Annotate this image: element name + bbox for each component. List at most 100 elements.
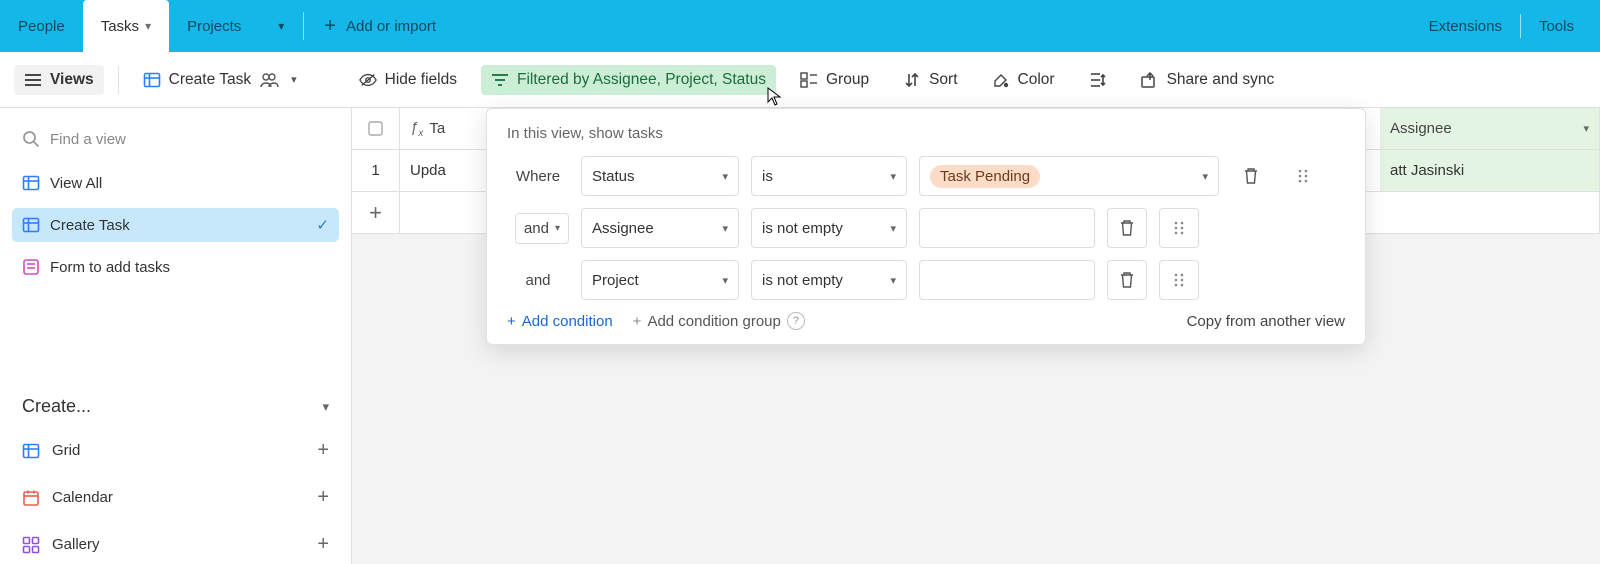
delete-condition-button[interactable] [1107, 208, 1147, 248]
select-all-checkbox[interactable] [352, 108, 400, 149]
drag-handle[interactable] [1159, 208, 1199, 248]
field-select[interactable]: Assignee ▾ [581, 208, 739, 248]
extensions-button[interactable]: Extensions [1411, 12, 1520, 40]
chevron-down-icon[interactable]: ▾ [291, 73, 297, 86]
operator-select-value: is not empty [762, 220, 843, 237]
value-select[interactable] [919, 208, 1095, 248]
formula-icon: ƒx [410, 119, 423, 139]
field-select-value: Status [592, 168, 635, 185]
view-item-view-all[interactable]: View All [12, 166, 339, 200]
tab-people[interactable]: People [0, 0, 83, 52]
find-view-input[interactable]: Find a view [12, 120, 339, 158]
help-icon[interactable]: ? [787, 312, 805, 330]
drag-handle[interactable] [1283, 156, 1323, 196]
delete-condition-button[interactable] [1231, 156, 1271, 196]
create-option-label: Grid [52, 442, 80, 459]
row-height-button[interactable] [1079, 65, 1117, 95]
row-number: 1 [352, 150, 400, 191]
cell-assignee[interactable]: att Jasinski [1380, 150, 1600, 191]
add-condition-button[interactable]: + Add condition [507, 313, 613, 330]
copy-from-view-button[interactable]: Copy from another view [1187, 313, 1345, 330]
field-select[interactable]: Status ▾ [581, 156, 739, 196]
view-item-label: Form to add tasks [50, 259, 170, 276]
plus-icon: + [324, 15, 336, 38]
tab-projects[interactable]: Projects [169, 0, 259, 52]
collaborators-icon[interactable] [259, 72, 279, 88]
field-select-value: Assignee [592, 220, 654, 237]
views-label: Views [50, 71, 94, 89]
create-option-label: Calendar [52, 489, 113, 506]
tab-tasks[interactable]: Tasks ▾ [83, 0, 169, 52]
sort-button[interactable]: Sort [893, 65, 967, 95]
form-icon [22, 258, 40, 276]
gallery-icon [22, 536, 40, 554]
create-task-label: Create Task [169, 71, 251, 89]
create-grid-option[interactable]: Grid + [12, 431, 339, 470]
view-item-label: Create Task [50, 217, 130, 234]
plus-icon: + [633, 313, 642, 330]
hide-fields-button[interactable]: Hide fields [349, 65, 467, 95]
filter-button[interactable]: Filtered by Assignee, Project, Status [481, 65, 776, 95]
chevron-down-icon: ▾ [722, 274, 728, 287]
value-select[interactable] [919, 260, 1095, 300]
tools-button[interactable]: Tools [1521, 12, 1592, 40]
column-header-label: Assignee [1390, 120, 1452, 137]
view-item-label: View All [50, 175, 102, 192]
create-task-view-button[interactable]: Create Task ▾ [133, 65, 307, 95]
chevron-down-icon: ▾ [1583, 122, 1589, 135]
create-gallery-option[interactable]: Gallery + [12, 525, 339, 564]
grid-icon [22, 442, 40, 460]
add-or-import-button[interactable]: + Add or import [304, 15, 456, 38]
tab-projects-menu[interactable]: ▾ [259, 0, 303, 52]
create-header-label: Create... [22, 396, 91, 417]
plus-icon: + [317, 439, 329, 462]
column-header-assignee[interactable]: Assignee ▾ [1380, 108, 1600, 149]
operator-select-value: is [762, 168, 773, 185]
views-button[interactable]: Views [14, 65, 104, 95]
grid-icon [22, 216, 40, 234]
create-section-header[interactable]: Create... ▾ [12, 386, 339, 423]
delete-condition-button[interactable] [1107, 260, 1147, 300]
cursor-icon [767, 87, 783, 107]
plus-icon: + [317, 486, 329, 509]
column-header-label: Ta [429, 120, 445, 137]
filter-label: Filtered by Assignee, Project, Status [517, 71, 766, 89]
separator [118, 66, 119, 94]
plus-icon: + [507, 313, 516, 330]
operator-select-value: is not empty [762, 272, 843, 289]
data-grid: ƒx Ta Assignee ▾ 1 Upda att Jasinski + I… [352, 108, 1600, 564]
find-view-placeholder: Find a view [50, 131, 126, 148]
filter-title: In this view, show tasks [507, 125, 1345, 142]
view-item-create-task[interactable]: Create Task ✓ [12, 208, 339, 242]
color-label: Color [1018, 71, 1055, 89]
filter-icon [491, 71, 509, 89]
eye-off-icon [359, 71, 377, 89]
add-condition-group-button[interactable]: + Add condition group ? [633, 312, 805, 330]
share-sync-button[interactable]: Share and sync [1131, 65, 1285, 95]
create-option-label: Gallery [52, 536, 100, 553]
filter-popover: In this view, show tasks Where Status ▾ … [486, 108, 1366, 345]
value-select[interactable]: Task Pending ▾ [919, 156, 1219, 196]
chevron-down-icon: ▾ [278, 19, 284, 33]
view-item-form[interactable]: Form to add tasks [12, 250, 339, 284]
field-select-value: Project [592, 272, 639, 289]
group-button[interactable]: Group [790, 65, 879, 95]
operator-select[interactable]: is not empty ▾ [751, 260, 907, 300]
operator-select[interactable]: is not empty ▾ [751, 208, 907, 248]
chevron-down-icon: ▾ [890, 222, 896, 235]
plus-icon: + [317, 533, 329, 556]
drag-handle[interactable] [1159, 260, 1199, 300]
add-condition-label: Add condition [522, 313, 613, 330]
filter-condition-row: and Project ▾ is not empty ▾ [507, 260, 1345, 300]
tab-tasks-label: Tasks [101, 18, 139, 35]
chevron-down-icon: ▾ [145, 19, 151, 33]
sort-icon [903, 71, 921, 89]
conjunction-and[interactable]: and ▾ [507, 213, 569, 244]
color-button[interactable]: Color [982, 65, 1065, 95]
calendar-icon [22, 489, 40, 507]
operator-select[interactable]: is ▾ [751, 156, 907, 196]
chevron-down-icon: ▾ [1202, 170, 1208, 183]
field-select[interactable]: Project ▾ [581, 260, 739, 300]
hamburger-icon [24, 71, 42, 89]
create-calendar-option[interactable]: Calendar + [12, 478, 339, 517]
